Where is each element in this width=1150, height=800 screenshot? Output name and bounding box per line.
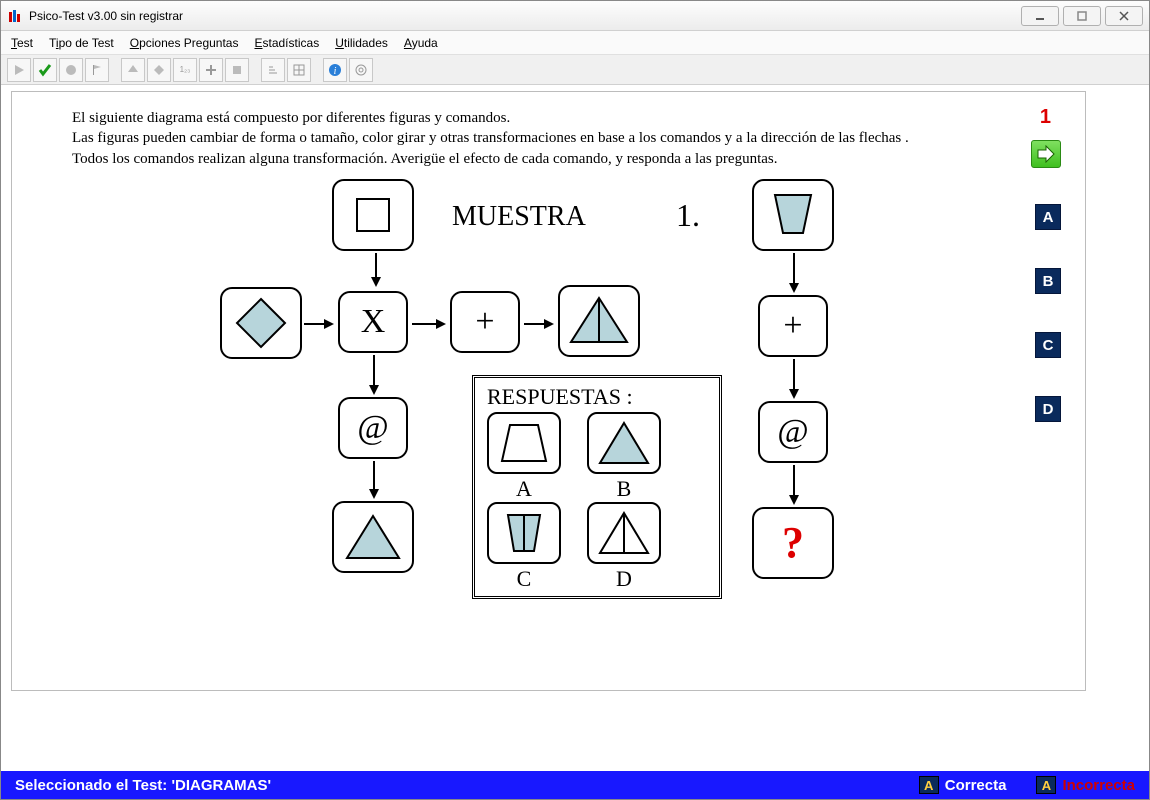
arrow-right-icon [524, 318, 554, 332]
sample-start-square [332, 179, 414, 251]
answer-option-c: C [487, 502, 561, 592]
menu-test[interactable]: Test [11, 36, 33, 50]
toolbar: 1₂₃ i [1, 55, 1149, 85]
arrow-down-icon [789, 253, 799, 296]
answer-button-a[interactable]: A [1035, 204, 1061, 230]
toolbar-shape1-icon[interactable] [121, 58, 145, 82]
legend-incorrect-label: Incorrecta [1062, 777, 1135, 794]
menu-utilidades[interactable]: Utilidades [335, 36, 388, 50]
op-plus-label: + [475, 303, 494, 341]
arrow-down-icon [369, 461, 379, 502]
op-plus-node: + [450, 291, 520, 353]
instructions-line2: Las figuras pueden cambiar de forma o ta… [72, 128, 992, 148]
toolbar-circle-icon[interactable] [59, 58, 83, 82]
toolbar-diamond-icon[interactable] [147, 58, 171, 82]
answers-box: RESPUESTAS : A B C [472, 375, 722, 599]
question-panel: El siguiente diagrama está compuesto por… [11, 91, 1086, 691]
question-result-unknown: ? [752, 507, 834, 579]
toolbar-sort-icon[interactable] [261, 58, 285, 82]
client-area: El siguiente diagrama está compuesto por… [1, 85, 1149, 771]
arrow-right-icon [412, 318, 446, 332]
op-x-node: X [338, 291, 408, 353]
instructions-line1: El siguiente diagrama está compuesto por… [72, 108, 992, 128]
close-button[interactable] [1105, 6, 1143, 26]
answer-option-d: D [587, 502, 661, 592]
op-at-label: @ [357, 409, 388, 447]
menu-opciones-preguntas[interactable]: Opciones Preguntas [130, 36, 239, 50]
legend-correct-badge: A [919, 776, 939, 794]
toolbar-target-icon[interactable] [349, 58, 373, 82]
menu-tipo-de-test[interactable]: Tipo de Test [49, 36, 114, 50]
menu-bar: Test Tipo de Test Opciones Preguntas Est… [1, 31, 1149, 55]
question-op-plus: + [758, 295, 828, 357]
question-mark: ? [782, 517, 804, 568]
question-number: 1 [1040, 106, 1051, 129]
arrow-down-icon [369, 355, 379, 398]
legend-correct-label: Correcta [945, 777, 1007, 794]
status-bar: Seleccionado el Test: 'DIAGRAMAS' A Corr… [1, 771, 1149, 799]
answer-button-c[interactable]: C [1035, 332, 1061, 358]
diagram-stage: X + @ [72, 179, 1032, 659]
sample-result-triangle [558, 285, 640, 357]
arrow-down-icon [371, 253, 381, 290]
svg-text:i: i [334, 66, 337, 77]
instructions-line3: Todos los comandos realizan alguna trans… [72, 149, 992, 169]
instructions: El siguiente diagrama está compuesto por… [72, 108, 992, 169]
toolbar-grid-icon[interactable] [287, 58, 311, 82]
sample-label: MUESTRA [452, 201, 586, 233]
answer-button-d[interactable]: D [1035, 396, 1061, 422]
app-icon [7, 8, 23, 24]
toolbar-puzzle-icon[interactable] [225, 58, 249, 82]
sample-bottom-triangle [332, 501, 414, 573]
legend-incorrect-badge: A [1036, 776, 1056, 794]
menu-estadisticas[interactable]: Estadísticas [254, 36, 319, 50]
answer-button-b[interactable]: B [1035, 268, 1061, 294]
title-bar: Psico-Test v3.00 sin registrar [1, 1, 1149, 31]
arrow-right-icon [304, 318, 334, 332]
next-button[interactable] [1031, 140, 1061, 168]
arrow-down-icon [789, 465, 799, 508]
menu-ayuda[interactable]: Ayuda [404, 36, 438, 50]
question-op-at: @ [758, 401, 828, 463]
question-enum: 1. [676, 197, 700, 234]
toolbar-plus-icon[interactable] [199, 58, 223, 82]
answers-title: RESPUESTAS : [487, 384, 707, 410]
toolbar-info-icon[interactable]: i [323, 58, 347, 82]
question-start-trapezoid [752, 179, 834, 251]
window-title: Psico-Test v3.00 sin registrar [29, 9, 183, 23]
maximize-button[interactable] [1063, 6, 1101, 26]
arrow-right-icon [1036, 145, 1056, 163]
sample-diamond [220, 287, 302, 359]
status-selected-test: Seleccionado el Test: 'DIAGRAMAS' [15, 777, 271, 794]
op-x-label: X [361, 303, 386, 341]
toolbar-123-icon[interactable]: 1₂₃ [173, 58, 197, 82]
toolbar-flag-icon[interactable] [85, 58, 109, 82]
answer-option-b: B [587, 412, 661, 502]
op-at-node: @ [338, 397, 408, 459]
toolbar-play-icon[interactable] [7, 58, 31, 82]
toolbar-check-icon[interactable] [33, 58, 57, 82]
arrow-down-icon [789, 359, 799, 402]
minimize-button[interactable] [1021, 6, 1059, 26]
answer-option-a: A [487, 412, 561, 502]
